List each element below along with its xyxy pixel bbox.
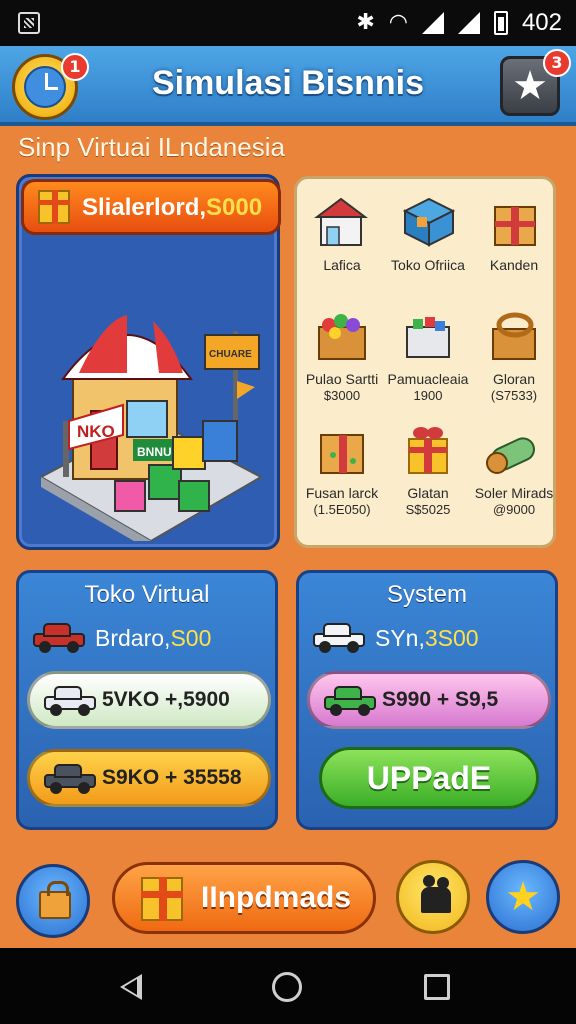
- wifi-icon: ◠: [388, 10, 408, 35]
- catalog-item[interactable]: Fusan larck (1.5E050): [299, 421, 385, 518]
- catalog-item-label: Fusan larck: [305, 485, 379, 501]
- title-bar: 1 Simulasi Bisnnis ★ 3: [0, 46, 576, 126]
- buy-car-label: S9KO + 35558: [102, 766, 242, 789]
- star-icon: ★: [505, 874, 541, 920]
- catalog-panel: Lafica Toko Ofriica Kanden Pulao Sartti …: [294, 176, 556, 548]
- signal-icon-2: [457, 12, 480, 34]
- shop-sign-right: CHUARE: [209, 349, 252, 360]
- subtitle: Sinp Virtuai ILndanesia: [18, 132, 285, 162]
- car-label: SYn,: [375, 625, 425, 651]
- bluetooth-icon: ✱: [356, 10, 375, 35]
- catalog-item[interactable]: Gloran (S7533): [471, 307, 557, 404]
- present-icon: [408, 427, 448, 474]
- cash-roll-icon: [486, 437, 535, 474]
- catalog-item-price: @9000: [492, 502, 536, 517]
- navigation-bar: [0, 948, 576, 1024]
- status-time: 402: [521, 9, 562, 36]
- friends-icon: [421, 875, 451, 913]
- shop-sign-left: NKO: [77, 422, 115, 441]
- panel-title: System: [386, 581, 467, 608]
- shop-illustration: NKO CHUARE BNNUS: [38, 315, 264, 541]
- car-row: Brdaro,S00: [29, 617, 269, 661]
- car-amount: 3S00: [424, 625, 479, 651]
- gift-icon: [141, 877, 183, 921]
- catalog-item-price: S$5025: [405, 502, 451, 517]
- car-icon-2: [44, 764, 96, 794]
- catalog-item[interactable]: Pamuacleaia 1900: [385, 307, 471, 404]
- catalog-item[interactable]: Lafica: [299, 193, 385, 274]
- store-box-icon: [402, 197, 456, 247]
- panel-toko-virtual: Toko Virtual Brdaro,S00 5VKO +,5900 S9KO…: [16, 570, 278, 830]
- shop-card[interactable]: Slialerlord,S000 NKO CHUARE BNNUS: [16, 174, 281, 550]
- app-screen: 1 Simulasi Bisnnis ★ 3 Sinp Virtuai ILnd…: [0, 46, 576, 948]
- fruit-crate-icon: [318, 314, 366, 360]
- catalog-item[interactable]: Soler Mirads @9000: [471, 421, 557, 518]
- catalog-item-label: Gloran: [492, 371, 536, 387]
- reward-amount: S000: [206, 194, 263, 221]
- upgrade-button[interactable]: UPPadE: [319, 747, 539, 809]
- gift-box-icon: [320, 434, 364, 474]
- buy-van-button[interactable]: 5VKO +,5900: [27, 671, 271, 729]
- car-row: SYn,3S00: [309, 617, 549, 661]
- recent-apps-icon[interactable]: [424, 974, 450, 1000]
- status-bar: ✱ ◠ 402: [0, 0, 576, 46]
- app-title: Simulasi Bisnnis: [151, 64, 425, 102]
- home-icon[interactable]: [272, 972, 302, 1002]
- panel-title: Toko Virtual: [84, 581, 210, 608]
- shop-bag-button[interactable]: [16, 864, 90, 938]
- battery-icon: [493, 11, 508, 35]
- reward-label: Slialerlord,: [82, 194, 207, 221]
- catalog-item-price: $3000: [323, 388, 361, 403]
- catalog-item-price: (1.5E050): [313, 502, 371, 517]
- star-button[interactable]: ★ 3: [500, 49, 571, 116]
- catalog-item-price: 1900: [413, 388, 443, 403]
- goods-tray-icon: [406, 317, 450, 358]
- catalog-item-label: Soler Mirads: [474, 485, 554, 501]
- buy-van-label: 5VKO +,5900: [102, 688, 230, 711]
- catalog-item-price: (S7533): [490, 388, 538, 403]
- panel-system: System SYn,3S00 S990 + S9,5 UPPadE: [296, 570, 558, 830]
- shopping-bag-icon: [39, 881, 71, 919]
- car-value: Brdaro,S00: [95, 625, 211, 652]
- favorite-button[interactable]: ★: [486, 860, 560, 934]
- car-amount: S00: [170, 625, 212, 651]
- catalog-item-label: Toko Ofriica: [391, 257, 465, 273]
- buy-green-car-button[interactable]: S990 + S9,5: [307, 671, 551, 729]
- catalog-item-label: Pulao Sartti: [305, 371, 379, 387]
- catalog-item[interactable]: Pulao Sartti $3000: [299, 307, 385, 404]
- rope-box-icon: [492, 312, 536, 360]
- buy-green-car-label: S990 + S9,5: [382, 688, 499, 711]
- catalog-item-label: Glatan: [407, 485, 449, 501]
- star-badge: 3: [543, 49, 571, 77]
- reward-text: Slialerlord,S000: [82, 194, 262, 222]
- van-icon-white: [313, 623, 365, 653]
- signal-icon: [421, 12, 444, 34]
- catalog-item[interactable]: Kanden: [471, 193, 557, 274]
- reward-button[interactable]: Slialerlord,S000: [21, 179, 281, 235]
- van-icon: [44, 686, 96, 716]
- friends-button[interactable]: [396, 860, 470, 934]
- buy-car-button[interactable]: S9KO + 35558: [27, 749, 271, 807]
- shop-icon: [314, 197, 368, 246]
- car-label: Brdaro,: [95, 625, 171, 651]
- updates-label: IInpdmads: [201, 881, 352, 914]
- back-icon[interactable]: [120, 974, 142, 1000]
- car-value: SYn,3S00: [375, 625, 479, 652]
- catalog-item[interactable]: Toko Ofriica: [385, 193, 471, 274]
- upgrade-label: UPPadE: [366, 760, 492, 796]
- car-icon: [33, 623, 85, 653]
- catalog-item-label: Lafica: [323, 257, 361, 273]
- catalog-item[interactable]: Glatan S$5025: [385, 421, 471, 518]
- notification-icon: [18, 12, 40, 34]
- green-car-icon: [324, 686, 376, 716]
- catalog-item-label: Kanden: [489, 257, 539, 273]
- box-icon: [494, 206, 536, 246]
- gift-icon: [38, 190, 70, 224]
- updates-button[interactable]: IInpdmads: [112, 862, 376, 934]
- catalog-item-label: Pamuacleaia: [387, 371, 469, 387]
